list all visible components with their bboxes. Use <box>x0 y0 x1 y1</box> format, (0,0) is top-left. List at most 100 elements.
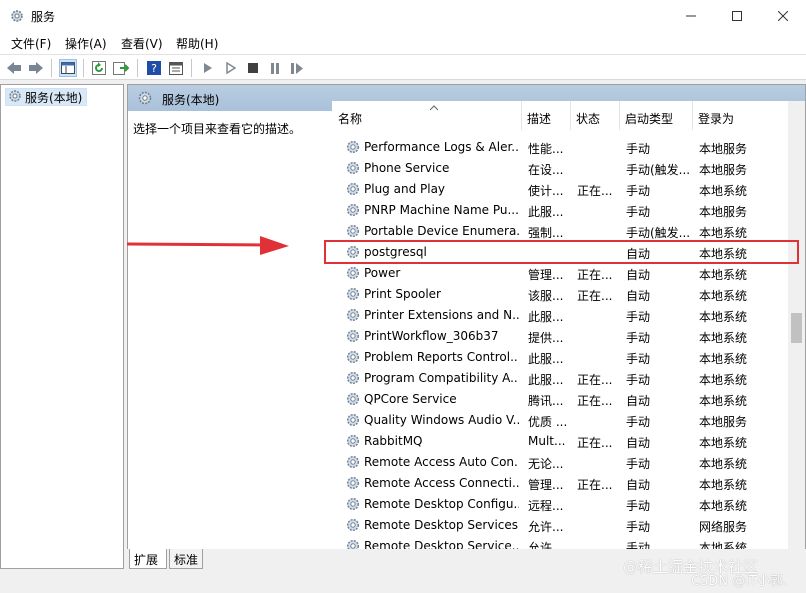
column-status[interactable]: 状态 <box>571 101 620 130</box>
service-description: 此服... <box>528 373 564 387</box>
services-list: 名称 描述 状态 启动类型 登录为 Performance Logs & Ale… <box>332 101 805 551</box>
service-logon-as: 本地系统 <box>699 499 748 513</box>
service-logon-as: 本地系统 <box>699 331 748 345</box>
service-row[interactable]: Performance Logs & Aler... 性能... 手动 本地服务 <box>333 137 788 158</box>
service-row[interactable]: PrintWorkflow_306b37 提供... 手动 本地系统 <box>333 326 788 347</box>
tree-item-label: 服务(本地) <box>25 90 83 105</box>
column-name[interactable]: 名称 <box>333 101 522 130</box>
help-icon[interactable]: ? <box>145 59 163 77</box>
service-description: 无论... <box>528 457 564 471</box>
service-row[interactable]: Portable Device Enumera... 强制... 手动(触发... 本… <box>333 221 788 242</box>
service-startup-type: 自动 <box>626 268 651 282</box>
service-gear-icon <box>345 454 361 473</box>
stop-service-icon[interactable] <box>244 59 262 77</box>
service-row[interactable]: QPCore Service 腾讯... 正在... 自动 本地系统 <box>333 389 788 410</box>
column-startup-type[interactable]: 启动类型 <box>620 101 693 130</box>
service-startup-type: 手动 <box>626 457 651 471</box>
service-name: RabbitMQ <box>364 434 423 448</box>
start-outline-icon[interactable] <box>222 59 240 77</box>
console-tree-icon[interactable] <box>59 59 77 77</box>
service-name: QPCore Service <box>364 392 457 406</box>
service-name: Print Spooler <box>364 287 441 301</box>
column-description[interactable]: 描述 <box>522 101 571 130</box>
service-row[interactable]: Remote Desktop Configu... 远程... 手动 本地系统 <box>333 494 788 515</box>
service-description: 允许... <box>528 520 564 534</box>
service-gear-icon <box>345 286 361 305</box>
service-name: Quality Windows Audio V... <box>364 413 519 427</box>
postgresql-highlight-box <box>324 240 799 264</box>
service-gear-icon <box>345 412 361 431</box>
start-service-icon[interactable] <box>199 59 217 77</box>
service-row[interactable]: Printer Extensions and N... 此服... 手动 本地系统 <box>333 305 788 326</box>
service-logon-as: 本地服务 <box>699 142 748 156</box>
service-startup-type: 手动 <box>626 184 651 198</box>
window-title: 服务 <box>31 10 56 24</box>
service-logon-as: 本地系统 <box>699 478 748 492</box>
tree-item-services-local[interactable]: 服务(本地) <box>5 88 87 106</box>
service-startup-type: 手动 <box>626 373 651 387</box>
service-logon-as: 本地系统 <box>699 373 748 387</box>
gear-icon <box>8 89 22 106</box>
menu-view[interactable]: 查看(V) <box>121 35 163 52</box>
service-row[interactable]: Power 管理... 正在... 自动 本地系统 <box>333 263 788 284</box>
service-name: PrintWorkflow_306b37 <box>364 329 499 343</box>
export-list-icon[interactable] <box>112 59 130 77</box>
column-logon-as[interactable]: 登录为 <box>693 101 788 130</box>
service-name: Plug and Play <box>364 182 446 196</box>
properties-icon[interactable] <box>167 59 185 77</box>
forward-arrow-icon[interactable] <box>27 59 45 77</box>
service-row[interactable]: PNRP Machine Name Pu... 此服... 手动 本地服务 <box>333 200 788 221</box>
service-row[interactable]: Problem Reports Control... 此服... 手动 本地系统 <box>333 347 788 368</box>
tab-standard[interactable]: 标准 <box>169 549 203 569</box>
minimize-button[interactable] <box>668 0 714 32</box>
service-row[interactable]: Remote Desktop Services 允许... 手动 网络服务 <box>333 515 788 536</box>
service-logon-as: 本地系统 <box>699 310 748 324</box>
service-row[interactable]: Phone Service 在设... 手动(触发... 本地服务 <box>333 158 788 179</box>
service-row[interactable]: RabbitMQ Mult... 正在... 自动 本地系统 <box>333 431 788 452</box>
service-row[interactable]: Remote Access Connecti... 管理... 正在... 自动 本地系… <box>333 473 788 494</box>
watermark-csdn: CSDN @IT小郭. <box>691 574 788 589</box>
service-status: 正在... <box>577 289 613 303</box>
menu-help[interactable]: 帮助(H) <box>176 35 218 52</box>
service-row[interactable]: Program Compatibility A... 此服... 正在... 手动 本地… <box>333 368 788 389</box>
service-row[interactable]: Quality Windows Audio V... 优质 ... 手动 本地服务 <box>333 410 788 431</box>
tab-extended[interactable]: 扩展 <box>129 549 167 569</box>
service-logon-as: 本地系统 <box>699 268 748 282</box>
service-logon-as: 本地系统 <box>699 226 748 240</box>
menu-action[interactable]: 操作(A) <box>65 35 107 52</box>
vertical-scrollbar[interactable] <box>788 101 805 551</box>
maximize-button[interactable] <box>714 0 760 32</box>
service-status: 正在... <box>577 394 613 408</box>
service-description: 提供... <box>528 331 564 345</box>
service-gear-icon <box>345 328 361 347</box>
service-row[interactable]: Print Spooler 该服... 正在... 自动 本地系统 <box>333 284 788 305</box>
svg-text:?: ? <box>151 62 157 75</box>
service-logon-as: 本地系统 <box>699 457 748 471</box>
service-startup-type: 手动 <box>626 415 651 429</box>
service-description: 使计... <box>528 184 564 198</box>
back-arrow-icon[interactable] <box>5 59 23 77</box>
scrollbar-thumb[interactable] <box>791 313 802 343</box>
service-name: Remote Access Connecti... <box>364 476 519 490</box>
pause-service-icon[interactable] <box>266 59 284 77</box>
service-name: Program Compatibility A... <box>364 371 519 385</box>
description-area: 选择一个项目来查看它的描述。 <box>128 111 332 551</box>
console-tree: 服务(本地) <box>0 84 124 569</box>
service-startup-type: 手动 <box>626 499 651 513</box>
service-description: 管理... <box>528 478 564 492</box>
service-gear-icon <box>345 265 361 284</box>
service-gear-icon <box>345 433 361 452</box>
service-gear-icon <box>345 307 361 326</box>
service-description: 性能... <box>528 142 564 156</box>
service-row[interactable]: Plug and Play 使计... 正在... 手动 本地系统 <box>333 179 788 200</box>
service-gear-icon <box>345 475 361 494</box>
service-row[interactable]: Remote Access Auto Con... 无论... 手动 本地系统 <box>333 452 788 473</box>
service-startup-type: 自动 <box>626 394 651 408</box>
refresh-icon[interactable] <box>90 59 108 77</box>
service-description: 腾讯... <box>528 394 564 408</box>
close-button[interactable] <box>760 0 806 32</box>
restart-service-icon[interactable] <box>288 59 306 77</box>
service-logon-as: 本地服务 <box>699 205 748 219</box>
services-gear-icon <box>9 8 25 24</box>
menu-file[interactable]: 文件(F) <box>11 35 51 52</box>
